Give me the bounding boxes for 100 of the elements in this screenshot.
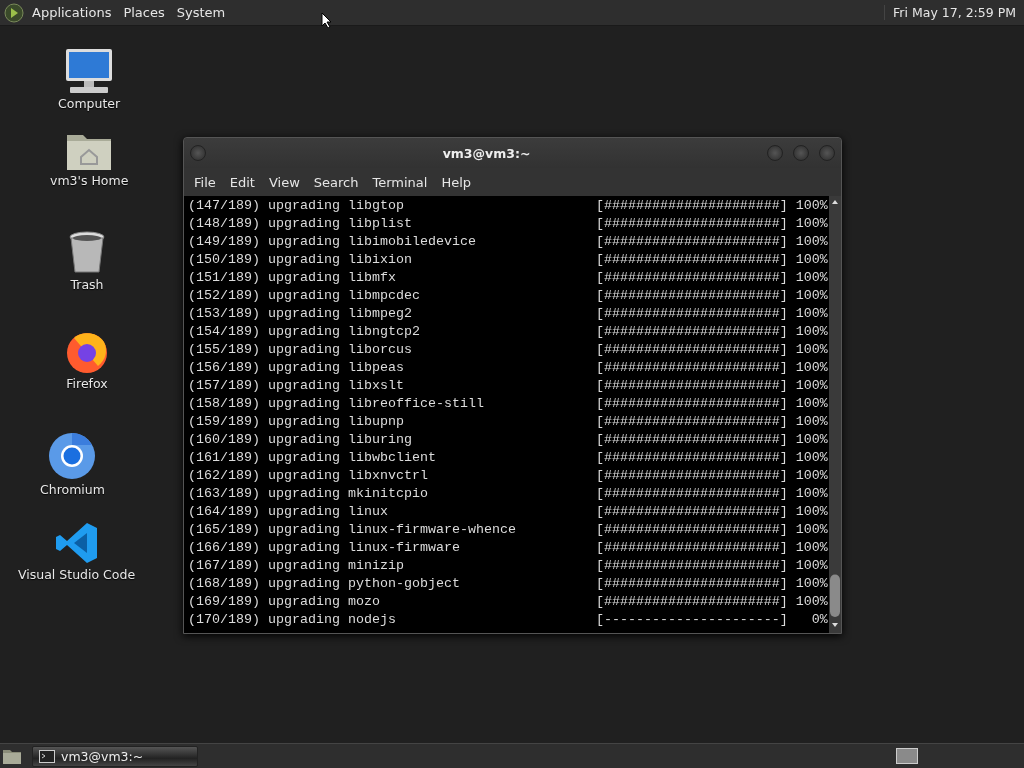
- progress-text: [######################]: [595, 557, 788, 575]
- desktop-icon-label[interactable]: Visual Studio Code: [18, 567, 136, 582]
- percent-text: 100%: [795, 576, 828, 591]
- menu-item[interactable]: Search: [307, 172, 365, 192]
- progress-text: [######################]: [595, 341, 788, 359]
- clock[interactable]: Fri May 17, 2:59 PM: [884, 5, 1020, 20]
- percent-text: 100%: [795, 522, 828, 537]
- chromium-icon: [48, 432, 97, 480]
- scrollbar[interactable]: [829, 196, 841, 633]
- percent-text: 100%: [795, 324, 828, 339]
- terminal-text: (155/189) upgrading liborcus: [188, 342, 412, 357]
- terminal-text: (170/189) upgrading nodejs: [188, 612, 396, 627]
- panel-menu[interactable]: Places: [119, 3, 169, 22]
- percent-text: 100%: [795, 540, 828, 555]
- terminal-text: (147/189) upgrading libgtop: [188, 198, 404, 213]
- progress-text: [######################]: [595, 449, 788, 467]
- percent-text: 100%: [795, 360, 828, 375]
- percent-text: 100%: [795, 504, 828, 519]
- progress-text: [######################]: [595, 269, 788, 287]
- progress-text: [######################]: [595, 521, 788, 539]
- percent-text: 100%: [795, 558, 828, 573]
- progress-text: [----------------------]: [595, 611, 788, 629]
- terminal-text: (149/189) upgrading libimobiledevice: [188, 234, 476, 249]
- terminal-text: (157/189) upgrading libxslt: [188, 378, 404, 393]
- panel-menu[interactable]: System: [172, 3, 230, 22]
- menu-item[interactable]: Help: [435, 172, 478, 192]
- terminal-text: (153/189) upgrading libmpeg2: [188, 306, 412, 321]
- desktop-icon-label[interactable]: Computer: [58, 96, 121, 111]
- progress-text: [######################]: [595, 251, 788, 269]
- desktop-icon-label[interactable]: Chromium: [40, 482, 105, 497]
- percent-text: 100%: [795, 486, 828, 501]
- terminal-text: (150/189) upgrading libixion: [188, 252, 412, 267]
- percent-text: 100%: [795, 378, 828, 393]
- window-title: vm3@vm3:~: [441, 145, 532, 161]
- progress-text: [######################]: [595, 323, 788, 341]
- percent-text: 0%: [811, 612, 828, 627]
- terminal-text: (158/189) upgrading libreoffice-still: [188, 396, 484, 411]
- progress-text: [######################]: [595, 539, 788, 557]
- progress-text: [######################]: [595, 233, 788, 251]
- terminal-text: (165/189) upgrading linux-firmware-whence: [188, 522, 516, 537]
- progress-text: [######################]: [595, 287, 788, 305]
- panel-menu[interactable]: Applications: [28, 3, 116, 22]
- minimize-button[interactable]: [767, 145, 783, 161]
- terminal-text: (161/189) upgrading libwbclient: [188, 450, 436, 465]
- percent-text: 100%: [795, 234, 828, 249]
- percent-text: 100%: [795, 432, 828, 447]
- close-button[interactable]: [819, 145, 835, 161]
- terminal-text: (163/189) upgrading mkinitcpio: [188, 486, 428, 501]
- progress-text: [######################]: [595, 197, 788, 215]
- terminal-text: (151/189) upgrading libmfx: [188, 270, 396, 285]
- maximize-button[interactable]: [793, 145, 809, 161]
- menu-item[interactable]: Edit: [223, 172, 261, 192]
- show-desktop-icon[interactable]: [2, 747, 22, 765]
- progress-text: [######################]: [595, 377, 788, 395]
- progress-text: [######################]: [595, 503, 788, 521]
- percent-text: 100%: [795, 342, 828, 357]
- percent-text: 100%: [795, 216, 828, 231]
- terminal-text: (164/189) upgrading linux: [188, 504, 388, 519]
- progress-text: [######################]: [595, 359, 788, 377]
- desktop-icon-label[interactable]: vm3's Home: [50, 173, 129, 188]
- progress-text: [######################]: [595, 431, 788, 449]
- percent-text: 100%: [795, 198, 828, 213]
- progress-text: [######################]: [595, 413, 788, 431]
- terminal-icon: [39, 749, 55, 763]
- progress-text: [######################]: [595, 485, 788, 503]
- percent-text: 100%: [795, 594, 828, 609]
- terminal-text: (154/189) upgrading libngtcp2: [188, 324, 420, 339]
- percent-text: 100%: [795, 252, 828, 267]
- monitor-icon: [64, 48, 115, 94]
- percent-text: 100%: [795, 414, 828, 429]
- terminal-text: (169/189) upgrading mozo: [188, 594, 380, 609]
- menu-item[interactable]: File: [188, 172, 222, 192]
- percent-text: 100%: [795, 396, 828, 411]
- percent-text: 100%: [795, 306, 828, 321]
- mouse-cursor-icon: [321, 12, 331, 28]
- percent-text: 100%: [795, 288, 828, 303]
- progress-text: [######################]: [595, 575, 788, 593]
- terminal-text: (160/189) upgrading liburing: [188, 432, 412, 447]
- terminal-text: (152/189) upgrading libmpcdec: [188, 288, 420, 303]
- menu-item[interactable]: Terminal: [366, 172, 434, 192]
- terminal-text: (167/189) upgrading minizip: [188, 558, 404, 573]
- percent-text: 100%: [795, 270, 828, 285]
- terminal-text: (159/189) upgrading libupnp: [188, 414, 404, 429]
- workspace-switcher[interactable]: [896, 748, 918, 764]
- progress-text: [######################]: [595, 215, 788, 233]
- terminal-text: (148/189) upgrading libplist: [188, 216, 412, 231]
- terminal-text: (168/189) upgrading python-gobject: [188, 576, 460, 591]
- terminal-text: (156/189) upgrading libpeas: [188, 360, 404, 375]
- desktop-icon-label[interactable]: Firefox: [66, 376, 108, 391]
- app-menu-icon[interactable]: [4, 2, 24, 23]
- desktop-icon-label[interactable]: Trash: [70, 277, 104, 292]
- trash-icon: [68, 231, 106, 275]
- progress-text: [######################]: [595, 395, 788, 413]
- taskbar-button[interactable]: vm3@vm3:~: [32, 745, 198, 767]
- progress-text: [######################]: [595, 593, 788, 611]
- terminal-text: (166/189) upgrading linux-firmware: [188, 540, 460, 555]
- menu-item[interactable]: View: [262, 172, 306, 192]
- terminal-text: (162/189) upgrading libxnvctrl: [188, 468, 428, 483]
- progress-text: [######################]: [595, 305, 788, 323]
- window-menu-button[interactable]: [190, 145, 206, 161]
